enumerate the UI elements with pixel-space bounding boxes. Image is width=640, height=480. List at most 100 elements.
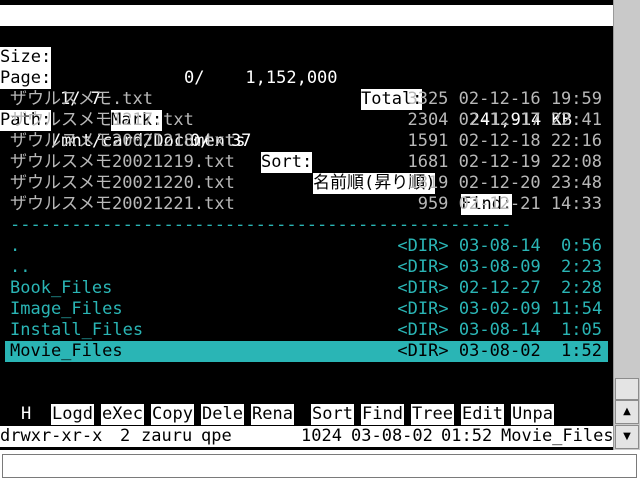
dir-meta: <DIR> 03-02-09 11:54 [397,299,602,320]
file-size: 959 [417,194,449,214]
dir-meta: <DIR> 03-08-14 0:56 [397,236,602,257]
dir-row[interactable]: Book_Files <DIR> 02-12-27 2:28 [0,278,613,299]
status-group: qpe [201,426,232,446]
fkey-exec[interactable]: eXec [101,404,144,425]
file-meta: 3325 02-12-16 19:59 [407,89,602,110]
dir-meta: <DIR> 03-08-14 1:05 [397,320,602,341]
file-row[interactable]: ザウルスメモ1217.txt 2304 02-12-17 22:41 [0,110,613,131]
dir-row-selected[interactable]: Movie_Files <DIR> 03-08-02 1:52 [5,341,608,362]
file-size: 1591 [407,131,449,151]
dir-date: 02-12-27 [458,278,541,298]
file-time: 22:16 [550,131,602,151]
dir-meta: <DIR> 02-12-27 2:28 [397,278,602,299]
divider-line: ----------------------------------------… [10,215,512,235]
dir-name: Movie_Files [10,341,123,361]
fkey-help[interactable]: H [21,404,31,425]
function-key-bar: H Logd eXec Copy Dele Rena Sort Find Tre… [0,404,613,425]
file-time: 19:59 [550,89,602,109]
file-size: 1819 [407,173,449,193]
file-date: 02-12-20 [458,173,541,193]
path-line: Path: /mnt/card/Documents [0,68,613,151]
dir-date: 03-08-02 [458,341,541,361]
status-line: drwxr-xr-x 2 zauru qpe 1024 03-08-02 01:… [0,426,613,447]
file-date: 02-12-16 [458,89,541,109]
dir-time: 1:52 [561,341,602,361]
dir-time: 1:05 [561,320,602,340]
file-row[interactable]: ザウルスメモ20021220.txt 1819 02-12-20 23:48 [0,173,613,194]
dir-tag: <DIR> [397,299,449,319]
file-meta: 1819 02-12-20 23:48 [407,173,602,194]
dir-name: Book_Files [10,278,113,298]
page-line: Page: 1/ 7 Mark: 0/ 37 Sort: 名前順(昇り順) Fi… [0,47,613,215]
dir-name: Image_Files [10,299,123,319]
dir-row[interactable]: Install_Files <DIR> 03-08-14 1:05 [0,320,613,341]
file-name: ザウルスメモ1217.txt [10,110,194,130]
file-row[interactable]: ザウルスメモ20021219.txt 1681 02-12-19 22:08 [0,152,613,173]
status-name: Movie_Files [501,426,613,446]
status-time: 01:52 [441,426,493,446]
file-name: ザウルスメモ20021221.txt [10,194,235,214]
file-name: ザウルスメモ20021220.txt [10,173,235,193]
terminal-screen: FD(File & Directory tool) Ver.2.03b 03-0… [0,0,613,450]
file-row[interactable]: ザウルスメモ20021218.txt 1591 02-12-18 22:16 [0,131,613,152]
fkey-rena[interactable]: Rena [251,404,294,425]
dir-meta: <DIR> 03-08-02 1:52 [397,341,602,362]
dir-tag: <DIR> [397,257,449,277]
scroll-up-icon[interactable]: ▲ [615,400,639,424]
size-line: Size: 0/ 1,152,000 Total: 241,914 KB [0,26,613,130]
file-time: 22:41 [550,110,602,130]
fkey-edit[interactable]: Edit [461,404,504,425]
file-time: 14:33 [550,194,602,214]
fkey-sort[interactable]: Sort [311,404,354,425]
file-row[interactable]: ザウルスメモ.txt 3325 02-12-16 19:59 [0,89,613,110]
fkey-unpa[interactable]: Unpa [511,404,554,425]
dir-row[interactable]: Image_Files <DIR> 03-02-09 11:54 [0,299,613,320]
file-date: 02-12-17 [458,110,541,130]
dir-time: 11:54 [551,299,603,319]
file-date: 02-12-21 [458,194,541,214]
fkey-logd[interactable]: Logd [51,404,94,425]
dir-meta: <DIR> 03-08-09 2:23 [397,257,602,278]
dir-name: . [10,236,21,256]
status-date: 03-08-02 [351,426,433,446]
file-date: 02-12-19 [458,152,541,172]
file-name: ザウルスメモ20021218.txt [10,131,235,151]
file-name: ザウルスメモ20021219.txt [10,152,235,172]
dir-date: 03-08-14 [458,236,541,256]
file-time: 22:08 [550,152,602,172]
scroll-down-icon[interactable]: ▼ [615,425,639,449]
dir-date: 03-08-14 [458,320,541,340]
dir-time: 2:23 [561,257,602,277]
fkey-tree[interactable]: Tree [411,404,454,425]
file-date: 02-12-18 [458,131,541,151]
file-row[interactable]: ザウルスメモ20021221.txt 959 02-12-21 14:33 [0,194,613,215]
dir-time: 2:28 [561,278,602,298]
vertical-scrollbar[interactable]: ▲ ▼ [613,0,640,450]
fkey-copy[interactable]: Copy [151,404,194,425]
dir-tag: <DIR> [397,278,449,298]
scrollbar-thumb[interactable] [615,378,639,400]
file-name: ザウルスメモ.txt [10,89,153,109]
dir-tag: <DIR> [397,236,449,256]
file-meta: 2304 02-12-17 22:41 [407,110,602,131]
dir-date: 03-02-09 [458,299,541,319]
file-size: 2304 [407,110,449,130]
dir-name: Install_Files [10,320,144,340]
file-size: 1681 [407,152,449,172]
command-input[interactable] [2,454,637,478]
file-meta: 959 02-12-21 14:33 [418,194,602,215]
status-size: 1024 [301,426,342,446]
dir-row[interactable]: . <DIR> 03-08-14 0:56 [0,236,613,257]
status-perms: drwxr-xr-x [0,426,103,446]
dir-row[interactable]: .. <DIR> 03-08-09 2:23 [0,257,613,278]
dir-date: 03-08-09 [458,257,541,277]
dir-time: 0:56 [561,236,602,256]
dir-tag: <DIR> [397,320,449,340]
title-bar: FD(File & Directory tool) Ver.2.03b 03-0… [0,5,613,67]
status-owner: zauru [141,426,193,446]
fkey-find[interactable]: Find [361,404,404,425]
dir-name: .. [10,257,31,277]
status-links: 2 [120,426,131,446]
file-time: 23:48 [550,173,602,193]
fkey-dele[interactable]: Dele [201,404,244,425]
